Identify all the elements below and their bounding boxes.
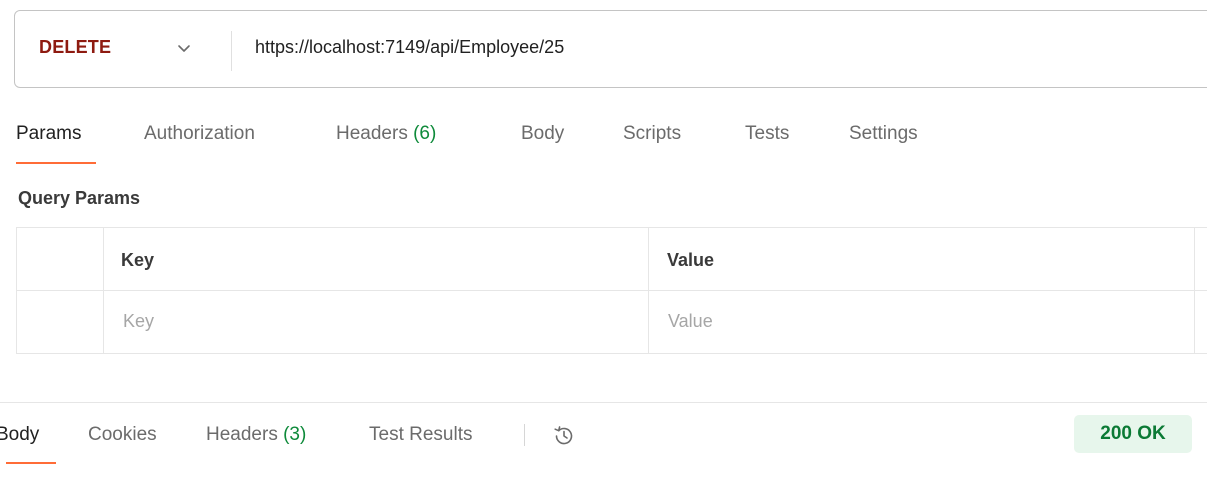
active-tab-indicator	[16, 162, 96, 164]
chevron-down-icon[interactable]	[175, 39, 193, 57]
tab-separator	[524, 424, 525, 446]
tab-label: Authorization	[144, 123, 255, 144]
query-params-table: Key Value Key Value	[16, 227, 1207, 354]
tab-label: Tests	[745, 123, 790, 144]
url-input[interactable]: https://localhost:7149/api/Employee/25	[255, 37, 564, 58]
column-header-key: Key	[121, 250, 155, 270]
request-tabs: Params Authorization Headers (6) Body Sc…	[0, 120, 1207, 164]
tab-label: Scripts	[623, 123, 682, 144]
active-response-tab-indicator	[6, 462, 56, 464]
tab-response-body[interactable]: Body	[0, 424, 39, 446]
tab-count: (6)	[413, 123, 437, 144]
tab-authorization[interactable]: Authorization	[144, 123, 255, 145]
tab-label: Settings	[849, 123, 918, 144]
table-row: Key Value	[17, 291, 1207, 353]
tab-tests[interactable]: Tests	[745, 123, 789, 145]
tab-label: Headers	[336, 123, 414, 144]
tab-label: Body	[0, 424, 40, 445]
tab-response-headers[interactable]: Headers (3)	[206, 424, 306, 446]
tab-settings[interactable]: Settings	[849, 123, 918, 145]
tab-label: Params	[16, 123, 82, 144]
query-params-title: Query Params	[18, 188, 141, 208]
tab-count: (3)	[283, 424, 307, 445]
tab-label: Headers	[206, 424, 284, 445]
tab-response-test-results[interactable]: Test Results	[369, 424, 472, 446]
tab-params[interactable]: Params	[16, 123, 81, 145]
url-divider	[231, 31, 232, 71]
tab-scripts[interactable]: Scripts	[623, 123, 681, 145]
url-bar: DELETE https://localhost:7149/api/Employ…	[14, 10, 1207, 88]
tab-label: Cookies	[88, 424, 157, 445]
table-header-row: Key Value	[17, 228, 1207, 291]
value-input[interactable]: Value	[668, 311, 713, 332]
tab-headers[interactable]: Headers (6)	[336, 123, 436, 145]
request-editor: DELETE https://localhost:7149/api/Employ…	[0, 0, 1207, 478]
method-select[interactable]: DELETE	[39, 37, 111, 58]
column-header-value: Value	[667, 250, 715, 270]
tab-label: Test Results	[369, 424, 473, 445]
history-icon[interactable]	[549, 421, 579, 451]
status-badge: 200 OK	[1074, 415, 1192, 453]
tab-label: Body	[521, 123, 565, 144]
response-divider	[0, 402, 1207, 403]
tab-body[interactable]: Body	[521, 123, 564, 145]
tab-response-cookies[interactable]: Cookies	[88, 424, 157, 446]
key-input[interactable]: Key	[123, 311, 154, 332]
